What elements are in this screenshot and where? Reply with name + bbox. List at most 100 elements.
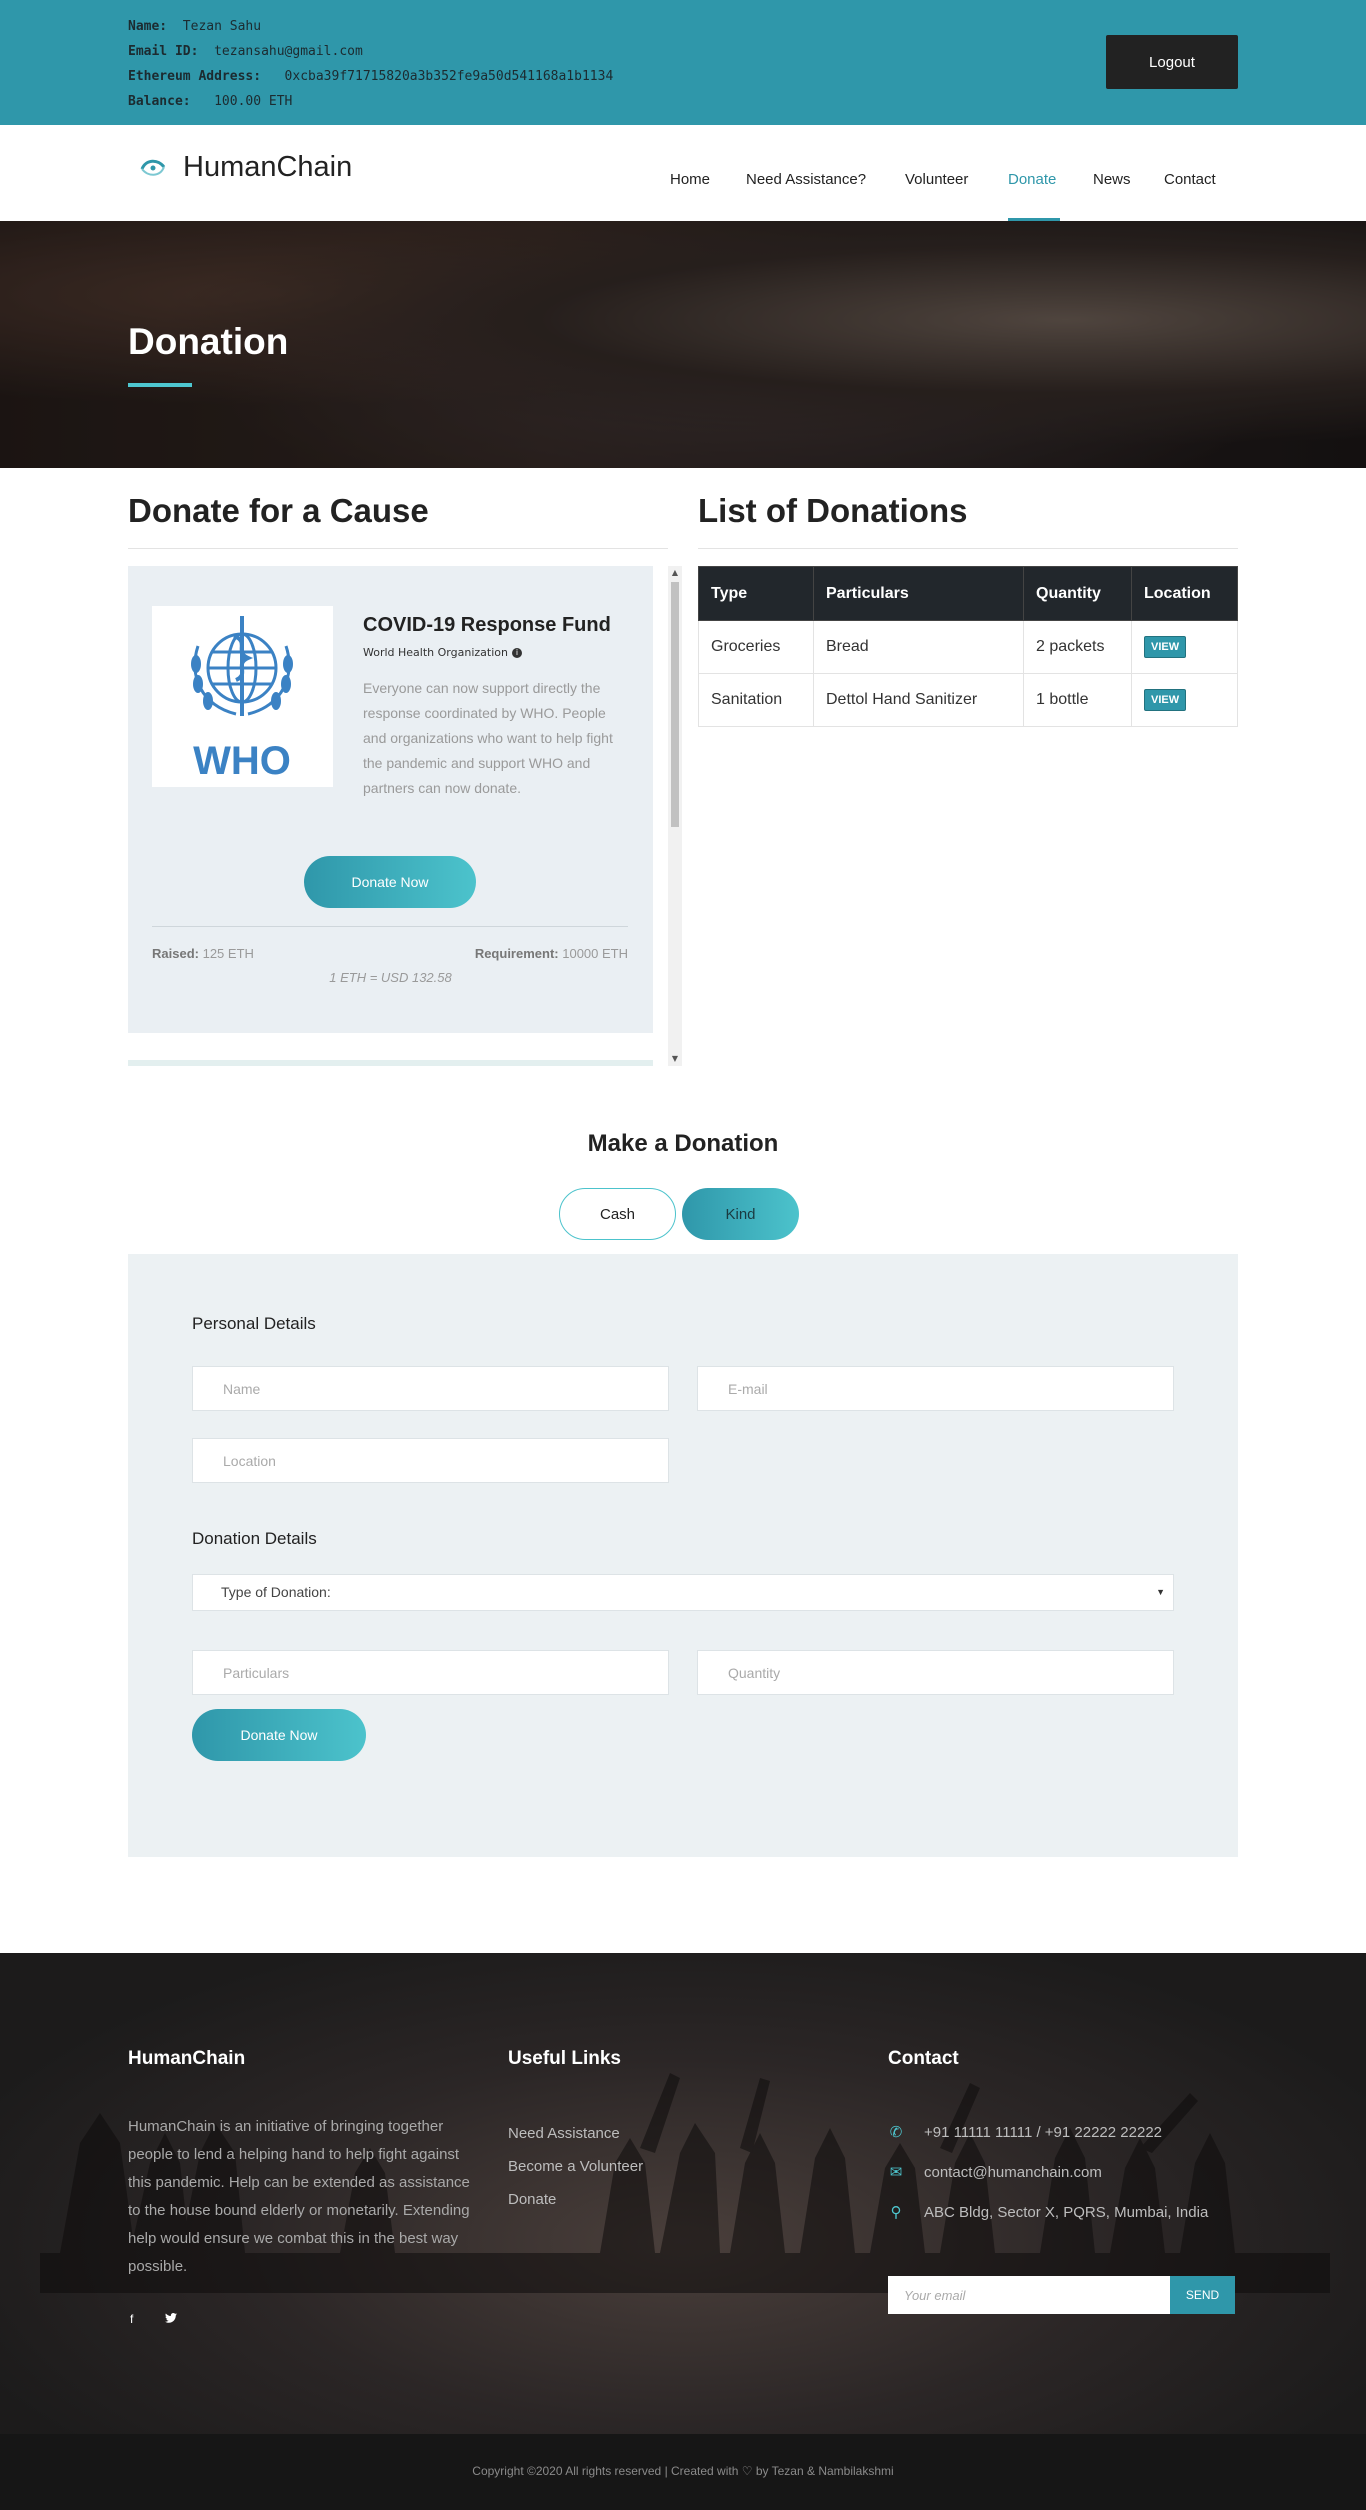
col-type: Type: [698, 566, 814, 621]
nav-news[interactable]: News: [1093, 171, 1131, 188]
hero-banner: Donation: [0, 221, 1366, 468]
account-name: Tezan Sahu: [182, 19, 262, 34]
ethereum-address: 0xcba39f71715820a3b352fe9a50d541168a1b11…: [284, 69, 614, 84]
donation-type-select[interactable]: Type of Donation: ▼: [192, 1574, 1174, 1611]
cause-description: Everyone can now support directly the re…: [363, 680, 613, 796]
humanchain-logo-icon: [140, 159, 166, 176]
cause-divider-line: [152, 926, 628, 927]
requirement-label: Requirement:: [474, 946, 559, 961]
copyright-text: Copyright ©2020 All rights reserved | Cr…: [0, 2464, 1366, 2478]
envelope-icon: ✉: [889, 2164, 903, 2181]
nav-donate[interactable]: Donate: [1008, 171, 1056, 188]
donation-type-value: Type of Donation:: [221, 1584, 331, 1600]
footer-link-volunteer[interactable]: Become a Volunteer: [508, 2158, 643, 2175]
cell-location: VIEW: [1131, 673, 1238, 727]
twitter-bird-icon: [165, 2313, 177, 2323]
cause-card: WHO COVID-19 Response Fund World Health …: [128, 566, 653, 1033]
nav-contact[interactable]: Contact: [1164, 171, 1216, 188]
who-emblem-icon: WHO: [191, 616, 293, 783]
col-quantity: Quantity: [1023, 566, 1132, 621]
title-underline: [128, 383, 192, 387]
location-field[interactable]: [192, 1438, 669, 1483]
footer-about-title: HumanChain: [128, 2048, 246, 2069]
tab-kind[interactable]: Kind: [682, 1188, 799, 1240]
donation-details-heading: Donation Details: [192, 1529, 317, 1548]
cause-list[interactable]: WHO COVID-19 Response Fund World Health …: [128, 566, 684, 1066]
table-row: Sanitation Dettol Hand Sanitizer 1 bottl…: [698, 673, 1238, 727]
footer-link-donate[interactable]: Donate: [508, 2191, 556, 2208]
cell-particulars: Dettol Hand Sanitizer: [813, 673, 1024, 727]
logout-button[interactable]: Logout: [1106, 35, 1238, 89]
account-bar: Name: Tezan Sahu Email ID: tezansahu@gma…: [0, 0, 1366, 125]
scroll-thumb[interactable]: [671, 582, 679, 827]
copyright-suffix: by Tezan & Nambilakshmi: [755, 2464, 894, 2478]
nav-home[interactable]: Home: [670, 171, 710, 188]
contact-address-text: ABC Bldg, Sector X, PQRS, Mumbai, India: [924, 2204, 1209, 2221]
exchange-rate: 1 ETH = USD 132.58: [329, 970, 452, 985]
requirement-amount: Requirement: 10000 ETH: [475, 946, 628, 961]
newsletter-send-button[interactable]: SEND: [1170, 2276, 1235, 2314]
cell-location: VIEW: [1131, 620, 1238, 674]
cause-title: COVID-19 Response Fund: [363, 614, 611, 636]
name-field[interactable]: [192, 1366, 669, 1411]
navbar: HumanChain Home Need Assistance? Volunte…: [0, 125, 1366, 221]
submit-donation-button[interactable]: Donate Now: [192, 1709, 366, 1761]
phone-icon: ✆: [889, 2124, 903, 2141]
view-location-button[interactable]: VIEW: [1144, 636, 1187, 658]
donations-table: Type Particulars Quantity Location Groce…: [698, 566, 1238, 727]
account-email: tezansahu@gmail.com: [214, 44, 363, 59]
table-header-row: Type Particulars Quantity Location: [698, 566, 1238, 621]
make-donation-title: Make a Donation: [587, 1130, 779, 1157]
cause-org-name: World Health Organization: [363, 646, 508, 659]
facebook-icon[interactable]: f: [130, 2312, 133, 2326]
who-logo-text: WHO: [193, 739, 291, 783]
nav-need-assistance[interactable]: Need Assistance?: [746, 171, 866, 188]
footer-link-need-assistance[interactable]: Need Assistance: [508, 2125, 620, 2142]
balance-label: Balance:: [128, 94, 191, 109]
brand-name[interactable]: HumanChain: [183, 151, 352, 184]
donations-divider: [698, 548, 1238, 549]
cause-divider: [128, 548, 668, 549]
info-icon[interactable]: i: [511, 648, 522, 658]
cell-quantity: 1 bottle: [1023, 673, 1132, 727]
tab-cash[interactable]: Cash: [559, 1188, 676, 1240]
scroll-up-icon[interactable]: ▲: [668, 566, 682, 580]
newsletter-email-input[interactable]: [888, 2276, 1170, 2314]
table-row: Groceries Bread 2 packets VIEW: [698, 620, 1238, 674]
heart-icon: ♡: [741, 2464, 753, 2478]
personal-details-heading: Personal Details: [192, 1314, 316, 1333]
footer-links-title: Useful Links: [508, 2048, 621, 2069]
who-logo: WHO: [152, 606, 333, 787]
col-location: Location: [1131, 566, 1238, 621]
quantity-field[interactable]: [697, 1650, 1174, 1695]
view-location-button[interactable]: VIEW: [1144, 689, 1187, 711]
raised-label: Raised:: [152, 946, 199, 961]
contact-email[interactable]: ✉ contact@humanchain.com: [888, 2163, 1102, 2181]
account-balance: 100.00 ETH: [214, 94, 293, 109]
email-label: Email ID:: [128, 44, 199, 59]
scroll-down-icon[interactable]: ▼: [668, 1052, 682, 1066]
map-pin-icon: ⚲: [890, 2204, 902, 2221]
cause-donate-button[interactable]: Donate Now: [304, 856, 476, 908]
cell-type: Sanitation: [698, 673, 814, 727]
nav-volunteer[interactable]: Volunteer: [905, 171, 968, 188]
email-field[interactable]: [697, 1366, 1174, 1411]
account-info: Name: Tezan Sahu Email ID: tezansahu@gma…: [128, 14, 613, 114]
contact-email-text: contact@humanchain.com: [924, 2164, 1102, 2181]
footer-about-text: HumanChain is an initiative of bringing …: [128, 2118, 470, 2275]
chevron-down-icon: ▼: [1156, 1587, 1165, 1597]
cell-particulars: Bread: [813, 620, 1024, 674]
contact-phone-text: +91 11111 11111 / +91 22222 22222: [924, 2124, 1163, 2141]
cell-type: Groceries: [698, 620, 814, 674]
col-particulars: Particulars: [813, 566, 1024, 621]
address-label: Ethereum Address:: [128, 69, 262, 84]
contact-phone[interactable]: ✆ +91 11111 11111 / +91 22222 22222: [888, 2123, 1162, 2141]
donation-form: Personal Details Donation Details Type o…: [128, 1254, 1238, 1857]
footer: HumanChain HumanChain is an initiative o…: [0, 1953, 1366, 2434]
cause-scrollbar[interactable]: ▲ ▼: [668, 566, 682, 1066]
donations-section-title: List of Donations: [698, 492, 968, 529]
twitter-icon[interactable]: [165, 2312, 177, 2326]
cell-quantity: 2 packets: [1023, 620, 1132, 674]
particulars-field[interactable]: [192, 1650, 669, 1695]
copyright-prefix: Copyright ©2020 All rights reserved | Cr…: [472, 2464, 739, 2478]
